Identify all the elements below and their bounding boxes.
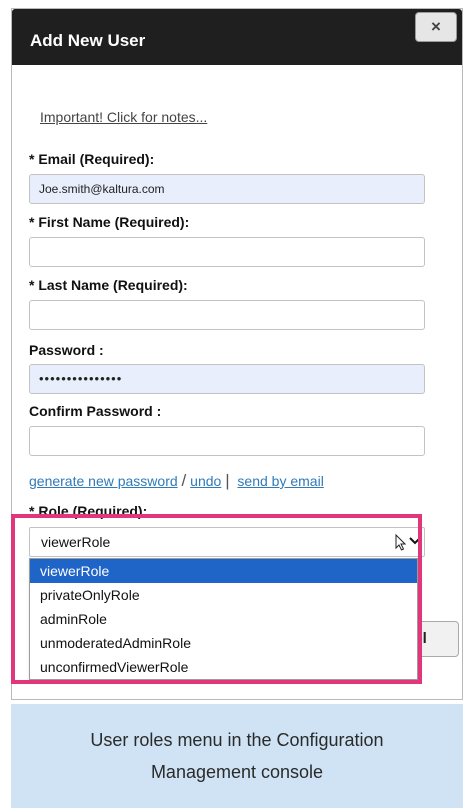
highlight-box xyxy=(11,514,422,684)
dialog-title: Add New User xyxy=(30,31,146,50)
first-name-field[interactable] xyxy=(29,237,425,267)
confirm-password-field[interactable] xyxy=(29,426,425,456)
email-label: * Email (Required): xyxy=(29,151,155,167)
generate-password-link[interactable]: generate new password xyxy=(29,473,178,489)
last-name-field[interactable] xyxy=(29,300,425,330)
caption-line-2: Management console xyxy=(150,762,324,782)
close-button[interactable]: × xyxy=(415,12,457,42)
password-field[interactable]: ••••••••••••••• xyxy=(29,364,425,394)
important-notes-link[interactable]: Important! Click for notes... xyxy=(40,109,207,125)
caption-line-1: User roles menu in the Configuration xyxy=(90,730,384,750)
link-separator-slash: / xyxy=(181,471,187,490)
undo-link[interactable]: undo xyxy=(190,473,221,489)
first-name-label: * First Name (Required): xyxy=(29,214,190,230)
password-links: generate new password / undo | send by e… xyxy=(29,471,324,491)
confirm-password-label: Confirm Password : xyxy=(29,403,162,419)
caption: User roles menu in the Configuration Man… xyxy=(11,704,463,808)
close-icon: × xyxy=(431,17,441,36)
email-field[interactable]: Joe.smith@kaltura.com xyxy=(29,174,425,204)
last-name-label: * Last Name (Required): xyxy=(29,277,188,293)
password-label: Password : xyxy=(29,342,104,358)
send-by-email-link[interactable]: send by email xyxy=(237,473,323,489)
link-separator-bar: | xyxy=(225,471,230,490)
dialog-titlebar: Add New User × xyxy=(12,9,462,65)
